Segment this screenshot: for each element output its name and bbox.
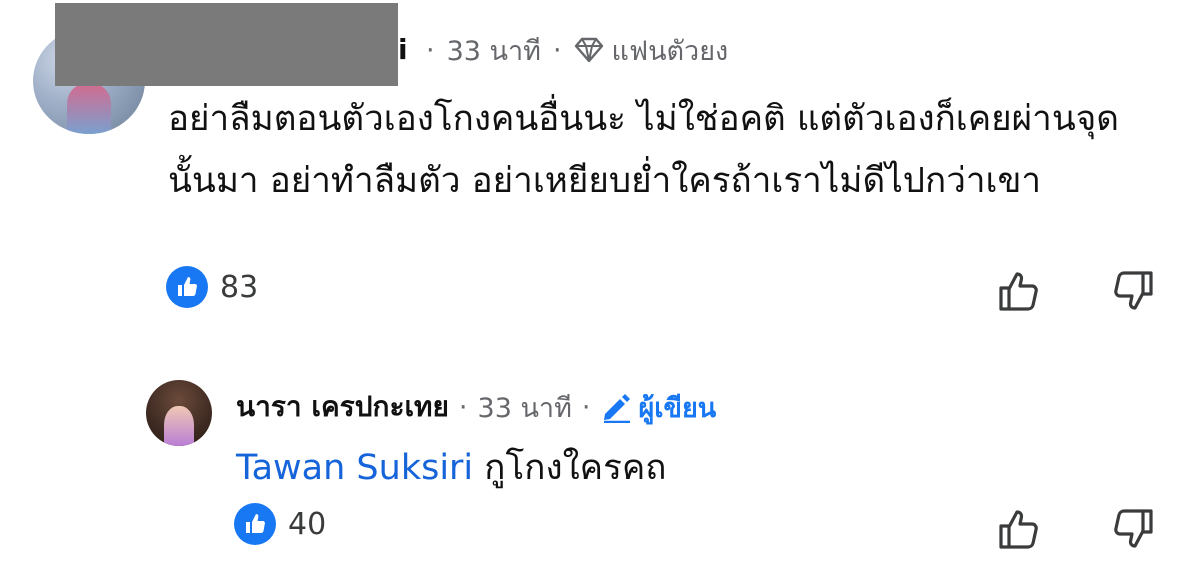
thumbs-up-icon[interactable] (996, 268, 1042, 314)
reply-text: Tawan Suksiri กูโกงใครคถ (236, 442, 666, 494)
diamond-icon (574, 36, 604, 64)
avatar-figure (164, 406, 194, 446)
reaction-count: 83 (220, 269, 259, 305)
avatar-figure (67, 84, 111, 134)
comment-time[interactable]: 33 นาที (447, 29, 541, 72)
reply-meta: · 33 นาที · ผู้เขียน (449, 386, 716, 429)
reaction-summary[interactable]: 83 (166, 266, 258, 308)
thumbs-up-icon[interactable] (996, 506, 1042, 552)
reply-message: กูโกงใครคถ (484, 448, 667, 488)
meta-separator: · (458, 391, 468, 423)
commenter-name[interactable]: i (398, 30, 408, 70)
meta-separator: · (581, 391, 591, 423)
reply-time[interactable]: 33 นาที (478, 386, 572, 429)
redacted-name-block (55, 3, 398, 86)
comment-meta: · 33 นาที · แฟนตัวยง (414, 30, 728, 70)
top-fan-badge: แฟนตัวยง (611, 35, 729, 67)
reply-author-name[interactable]: นารา เครปกะเทย (236, 385, 449, 429)
comment-text: อย่าลืมตอนตัวเองโกงคนอื่นนะ ไม่ใช่อคติ แ… (168, 99, 1119, 201)
like-icon (234, 503, 276, 545)
reply-header: นารา เครปกะเทย · 33 นาที · ผู้เขียน (236, 386, 716, 428)
author-badge: ผู้เขียน (638, 392, 717, 424)
reaction-count: 40 (288, 506, 327, 542)
reply-author-avatar[interactable] (146, 380, 212, 446)
like-icon (166, 266, 208, 308)
meta-separator: · (426, 34, 435, 66)
mention-link[interactable]: Tawan Suksiri (236, 448, 473, 488)
reaction-summary[interactable]: 40 (234, 503, 326, 545)
meta-separator: · (552, 34, 562, 66)
thumbs-down-icon[interactable] (1110, 268, 1156, 314)
pencil-icon (600, 391, 632, 423)
thumbs-down-icon[interactable] (1110, 506, 1156, 552)
